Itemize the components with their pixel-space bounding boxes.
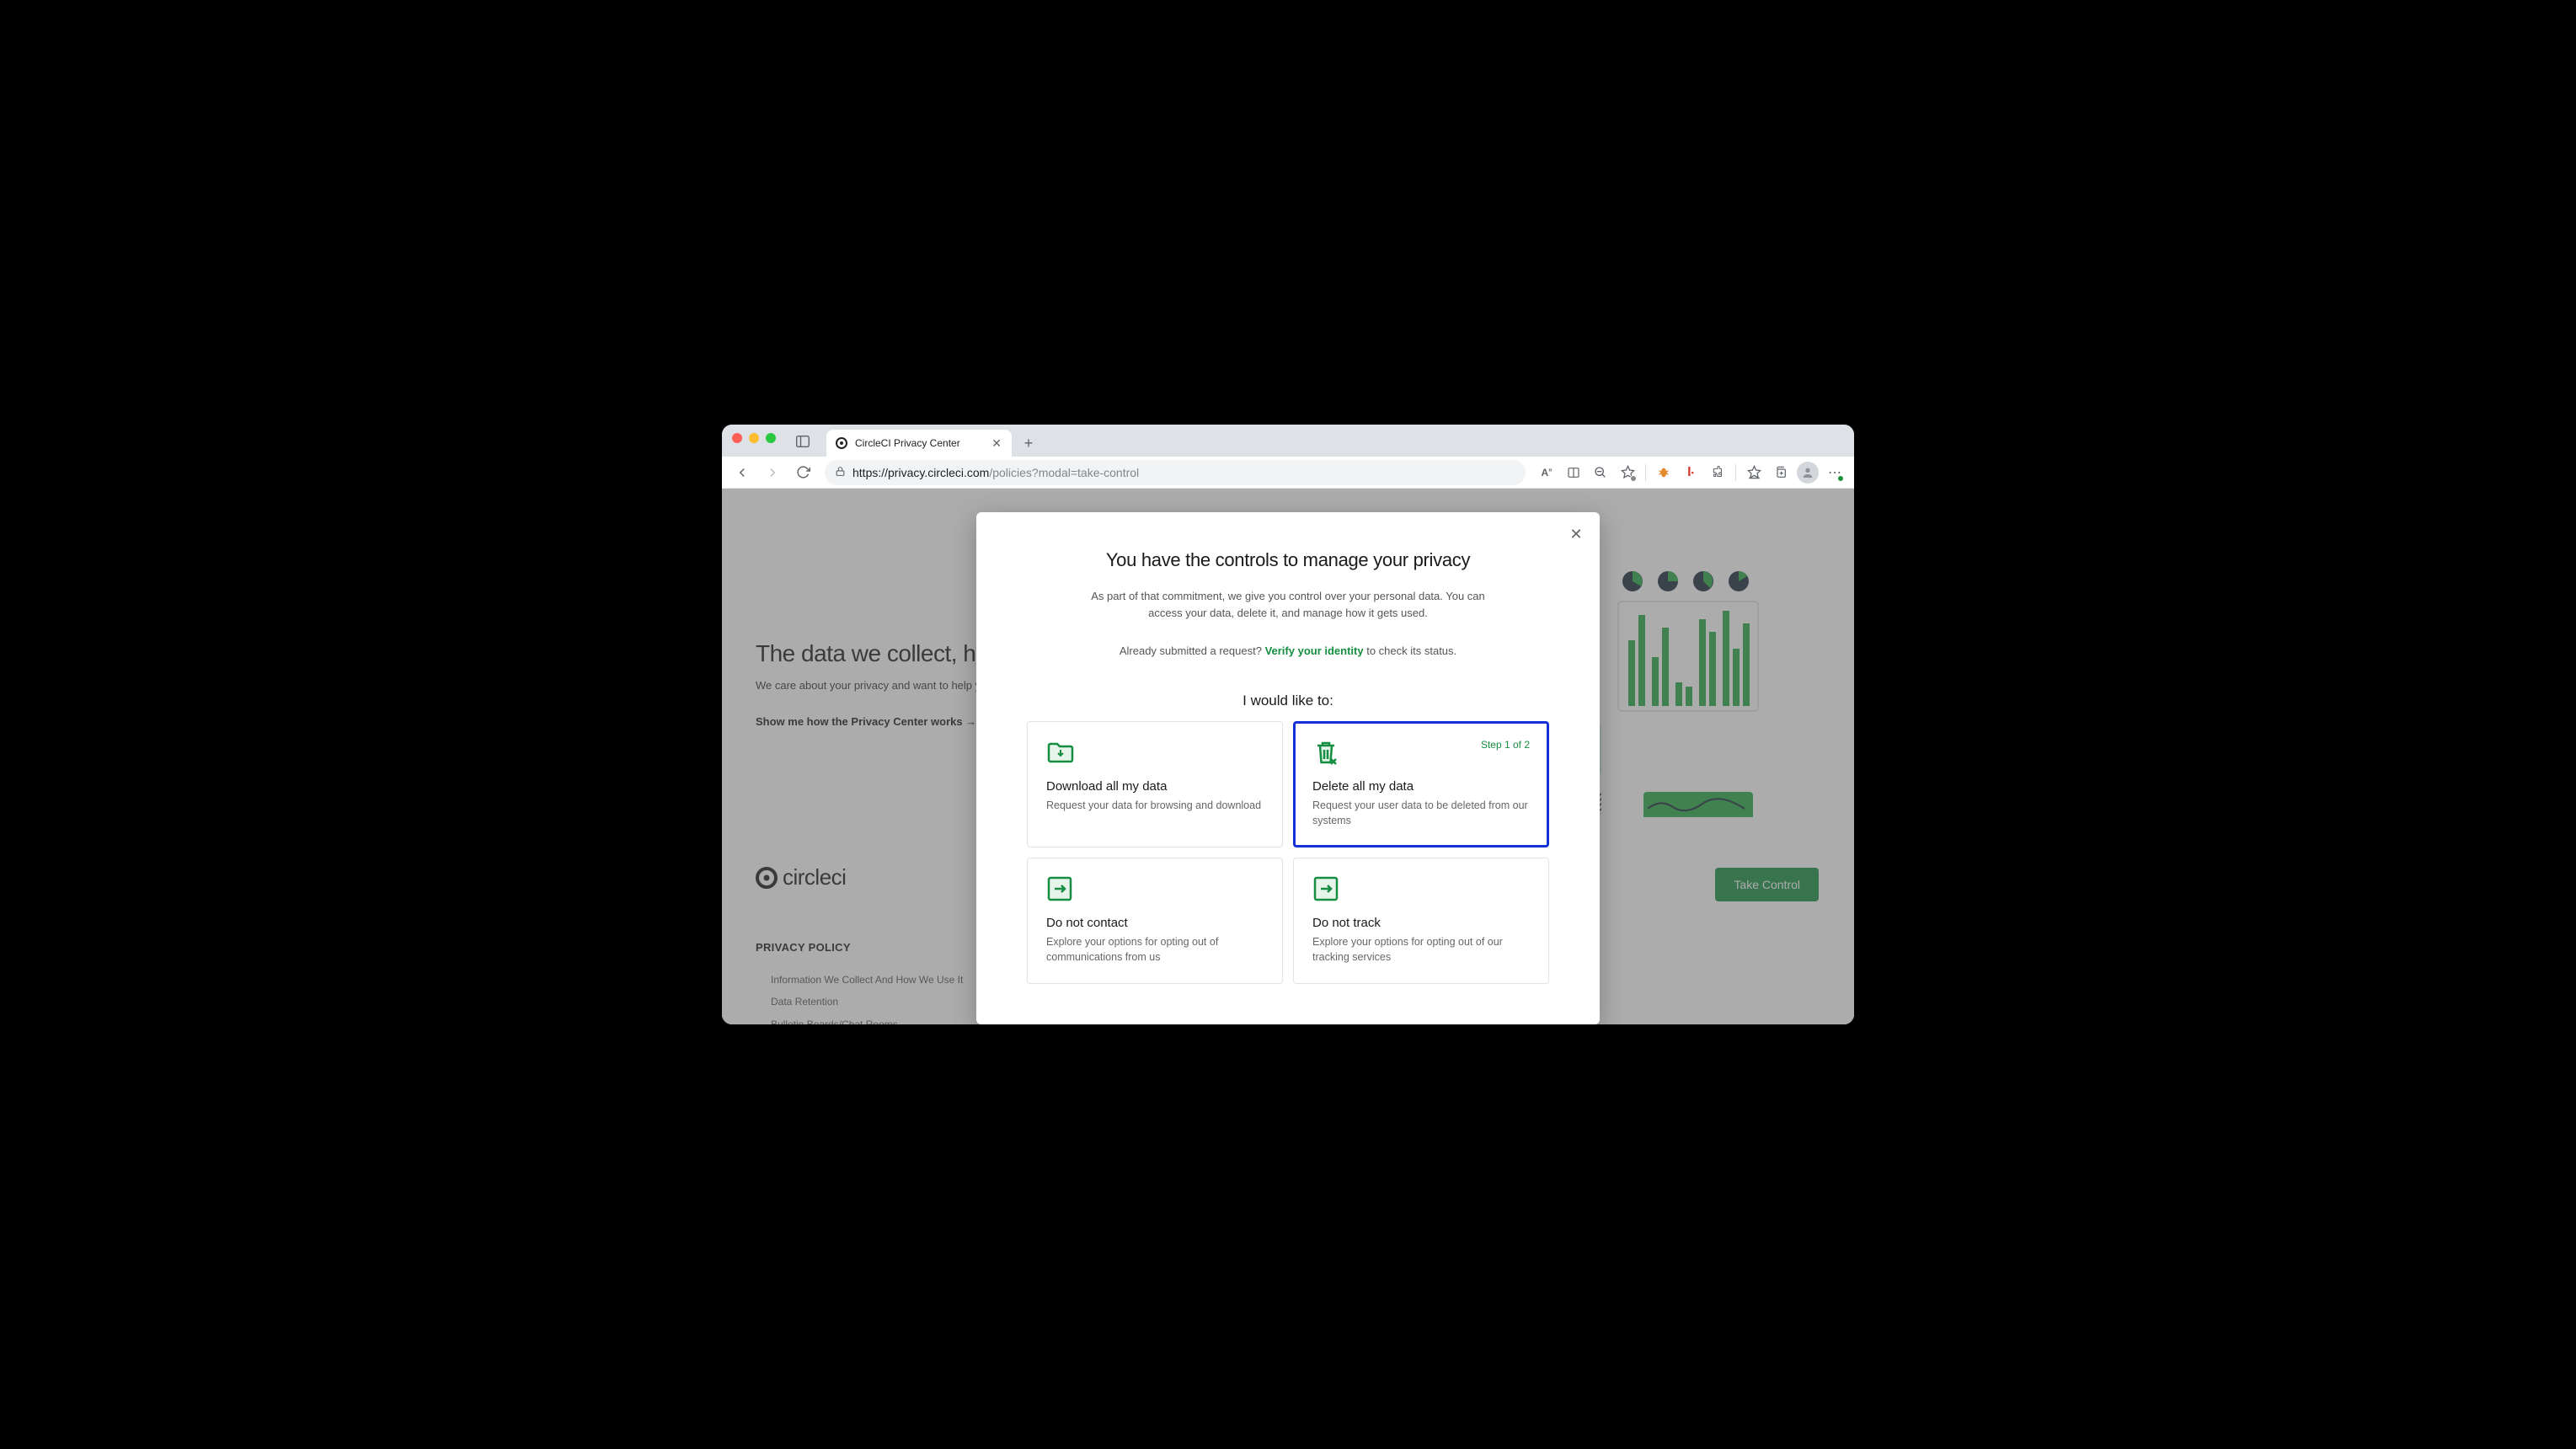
card-description: Explore your options for opting out of c…	[1046, 935, 1264, 965]
refresh-button[interactable]	[789, 459, 816, 486]
card-title: Do not track	[1312, 916, 1530, 930]
favorite-icon[interactable]	[1615, 460, 1640, 485]
reader-mode-icon[interactable]	[1561, 460, 1586, 485]
profile-avatar[interactable]	[1795, 460, 1820, 485]
zoom-out-icon[interactable]	[1588, 460, 1613, 485]
verify-identity-link[interactable]: Verify your identity	[1265, 644, 1364, 657]
card-description: Explore your options for opting out of o…	[1312, 935, 1530, 965]
modal-overlay[interactable]: ✕ You have the controls to manage your p…	[722, 489, 1854, 1024]
url-text: https://privacy.circleci.com/policies?mo…	[852, 466, 1139, 479]
lock-icon	[835, 466, 846, 479]
delete-data-card[interactable]: Step 1 of 2 Delete all my data Request y…	[1293, 721, 1549, 847]
window-controls	[732, 425, 776, 457]
sidebar-toggle-icon[interactable]	[791, 431, 815, 452]
extensions-icon[interactable]	[1705, 460, 1730, 485]
extension-bug-icon[interactable]	[1651, 460, 1676, 485]
do-not-contact-card[interactable]: Do not contact Explore your options for …	[1027, 858, 1283, 984]
tab-favicon-icon	[835, 436, 848, 450]
card-title: Do not contact	[1046, 916, 1264, 930]
tab-title: CircleCI Privacy Center	[855, 437, 960, 449]
forward-button[interactable]	[759, 459, 786, 486]
read-aloud-icon[interactable]: A»	[1534, 460, 1559, 485]
card-description: Request your user data to be deleted fro…	[1312, 799, 1530, 828]
browser-window: CircleCI Privacy Center ✕ + https://priv…	[722, 425, 1854, 1024]
toolbar: https://privacy.circleci.com/policies?mo…	[722, 457, 1854, 489]
modal-description: As part of that commitment, we give you …	[1086, 588, 1490, 621]
page-content: The data we collect, how it's u We care …	[722, 489, 1854, 1024]
tab-close-icon[interactable]: ✕	[990, 435, 1003, 452]
titlebar: CircleCI Privacy Center ✕ +	[722, 425, 1854, 457]
browser-tab[interactable]: CircleCI Privacy Center ✕	[826, 430, 1012, 457]
more-menu-icon[interactable]: ⋯	[1822, 460, 1847, 485]
modal-close-button[interactable]: ✕	[1566, 524, 1586, 544]
folder-download-icon	[1046, 739, 1075, 767]
trash-delete-icon	[1312, 739, 1341, 767]
card-title: Delete all my data	[1312, 779, 1530, 794]
option-cards: Download all my data Request your data f…	[1027, 721, 1549, 984]
toolbar-right: A» I▪ ⋯	[1534, 460, 1847, 485]
arrow-box-right-icon	[1312, 875, 1341, 904]
do-not-track-card[interactable]: Do not track Explore your options for op…	[1293, 858, 1549, 984]
privacy-controls-modal: ✕ You have the controls to manage your p…	[976, 512, 1600, 1024]
favorites-bar-icon[interactable]	[1741, 460, 1766, 485]
minimize-window-button[interactable]	[749, 433, 759, 443]
collections-icon[interactable]	[1768, 460, 1793, 485]
modal-subheading: I would like to:	[1027, 692, 1549, 709]
modal-title: You have the controls to manage your pri…	[1027, 549, 1549, 571]
card-description: Request your data for browsing and downl…	[1046, 799, 1264, 814]
new-tab-button[interactable]: +	[1017, 431, 1040, 455]
close-window-button[interactable]	[732, 433, 742, 443]
download-data-card[interactable]: Download all my data Request your data f…	[1027, 721, 1283, 847]
extension-red-icon[interactable]: I▪	[1678, 460, 1703, 485]
arrow-box-right-icon	[1046, 875, 1075, 904]
address-bar[interactable]: https://privacy.circleci.com/policies?mo…	[825, 460, 1526, 485]
back-button[interactable]	[729, 459, 756, 486]
maximize-window-button[interactable]	[766, 433, 776, 443]
card-title: Download all my data	[1046, 779, 1264, 794]
modal-verify-line: Already submitted a request? Verify your…	[1027, 644, 1549, 657]
step-indicator: Step 1 of 2	[1481, 739, 1530, 751]
